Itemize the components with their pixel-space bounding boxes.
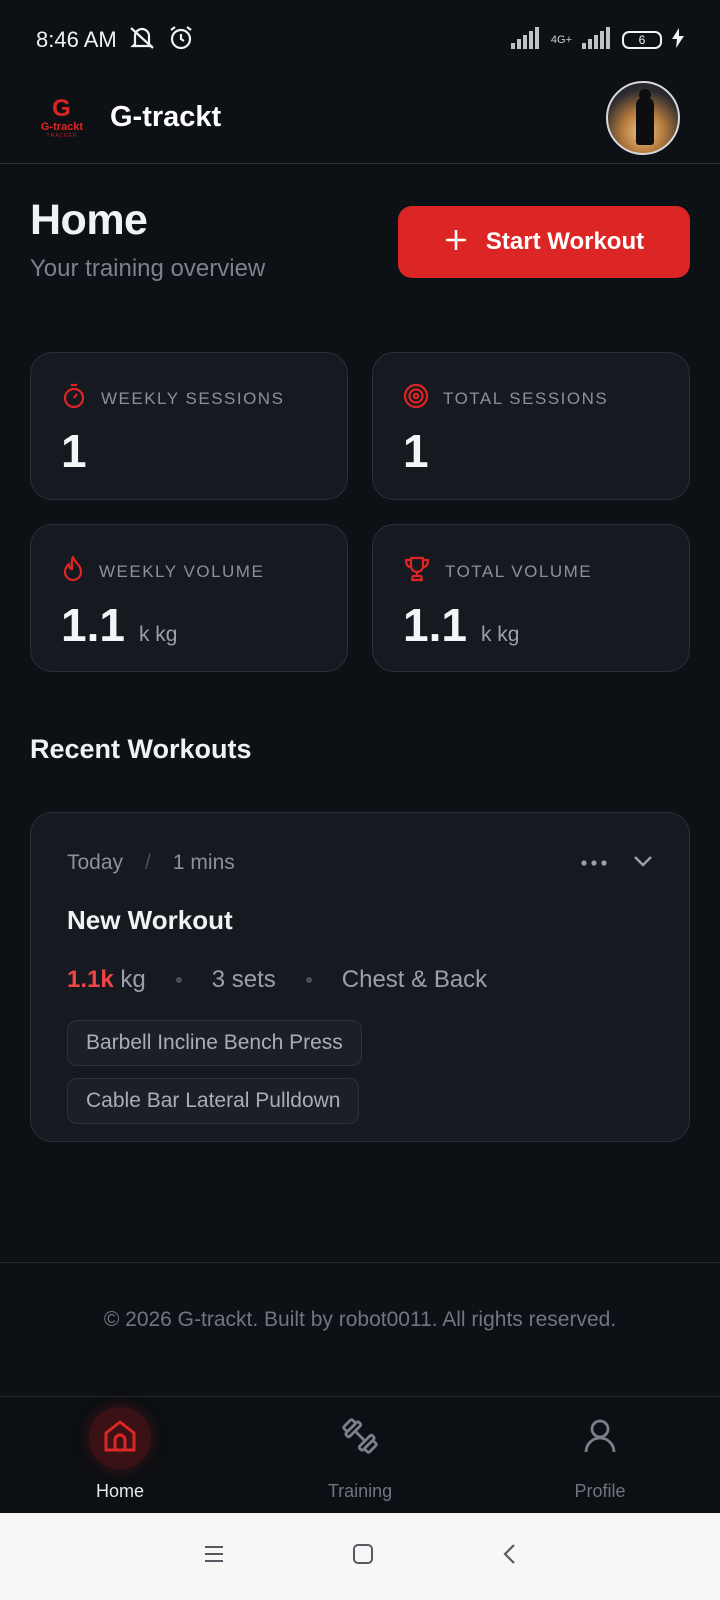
workout-day: Today <box>67 851 124 874</box>
stat-card-total-volume: TOTAL VOLUME 1.1 k kg <box>372 524 690 672</box>
start-workout-label: Start Workout <box>485 228 645 255</box>
nav-item-training[interactable]: Training <box>270 1407 450 1502</box>
stat-label: TOTAL SESSIONS <box>443 388 609 408</box>
user-icon <box>580 1416 620 1461</box>
stat-value: 1 <box>61 425 87 477</box>
workout-name: New Workout <box>67 905 233 935</box>
workout-sets: 3 sets <box>211 966 276 993</box>
footer-divider <box>0 1262 720 1263</box>
nav-item-profile[interactable]: Profile <box>510 1407 690 1502</box>
status-time: 8:46 AM <box>36 27 117 52</box>
page-header: Home Your training overview Start Workou… <box>30 196 690 296</box>
meta-separator: / <box>145 851 151 874</box>
chevron-down-icon[interactable] <box>633 854 653 872</box>
start-workout-button[interactable]: Start Workout <box>398 206 690 278</box>
plus-icon <box>444 226 468 256</box>
home-icon <box>100 1416 140 1461</box>
flame-icon <box>61 555 85 588</box>
avatar[interactable] <box>606 80 680 155</box>
stat-value: 1 <box>403 425 429 477</box>
stopwatch-icon <box>61 383 87 414</box>
stat-label: WEEKLY SESSIONS <box>101 388 285 408</box>
charging-icon <box>672 27 684 53</box>
stat-card-total-sessions: TOTAL SESSIONS 1 <box>372 352 690 500</box>
battery-indicator: 6 <box>622 31 662 49</box>
dumbbell-icon <box>340 1416 380 1461</box>
exercise-tag: Barbell Incline Bench Press <box>67 1020 362 1066</box>
target-icon <box>403 383 429 414</box>
workout-muscles: Chest & Back <box>341 966 488 993</box>
signal-icon <box>510 26 541 54</box>
stat-unit: k kg <box>480 623 520 646</box>
menu-icon[interactable] <box>203 1545 225 1568</box>
nav-label: Home <box>95 1481 144 1501</box>
stat-label: WEEKLY VOLUME <box>99 561 265 581</box>
system-nav-bar <box>0 1513 720 1600</box>
bottom-nav: Home Training Profile <box>0 1396 720 1513</box>
more-options-icon[interactable] <box>581 854 607 872</box>
back-icon[interactable] <box>501 1543 517 1570</box>
app-bar: G G-trackt TRACKER G-trackt <box>0 72 720 164</box>
nav-label: Profile <box>574 1481 626 1501</box>
exercise-tags: Barbell Incline Bench Press Cable Bar La… <box>67 1020 653 1124</box>
stat-value: 1.1 <box>61 599 125 651</box>
network-label: 4G+ <box>550 34 572 46</box>
footer-copyright: © 2026 G-trackt. Built by robot0011. All… <box>103 1308 617 1331</box>
nav-item-home[interactable]: Home <box>30 1407 210 1502</box>
home-square-icon[interactable] <box>352 1543 374 1570</box>
exercise-tag: Cable Bar Lateral Pulldown <box>67 1078 360 1124</box>
stat-unit: k kg <box>138 623 178 646</box>
stats-grid: WEEKLY SESSIONS 1 TOTAL SESSIONS 1 WEEKL… <box>30 352 690 672</box>
stat-label: TOTAL VOLUME <box>445 561 593 581</box>
trophy-icon <box>403 555 431 588</box>
workout-duration: 1 mins <box>172 851 235 874</box>
stat-value: 1.1 <box>403 599 467 651</box>
brand[interactable]: G G-trackt TRACKER G-trackt <box>30 93 221 143</box>
workout-volume: 1.1k <box>67 966 114 993</box>
app-title: G-trackt <box>110 101 222 133</box>
stat-card-weekly-volume: WEEKLY VOLUME 1.1 k kg <box>30 524 348 672</box>
dot-separator <box>175 977 182 983</box>
mute-bell-icon <box>127 24 157 57</box>
nav-label: Training <box>327 1481 393 1501</box>
app-logo: G G-trackt TRACKER <box>40 95 84 140</box>
workout-card[interactable]: Today / 1 mins New Workout 1.1k kg 3 set… <box>30 812 690 1142</box>
status-bar: 8:46 AM 4G+ 6 <box>0 0 720 80</box>
signal-2-icon <box>582 26 612 54</box>
workout-volume-unit: kg <box>120 966 146 993</box>
recent-workouts-heading: Recent Workouts <box>30 734 252 764</box>
dot-separator <box>305 977 312 983</box>
alarm-icon <box>167 24 195 57</box>
stat-card-weekly-sessions: WEEKLY SESSIONS 1 <box>30 352 348 500</box>
